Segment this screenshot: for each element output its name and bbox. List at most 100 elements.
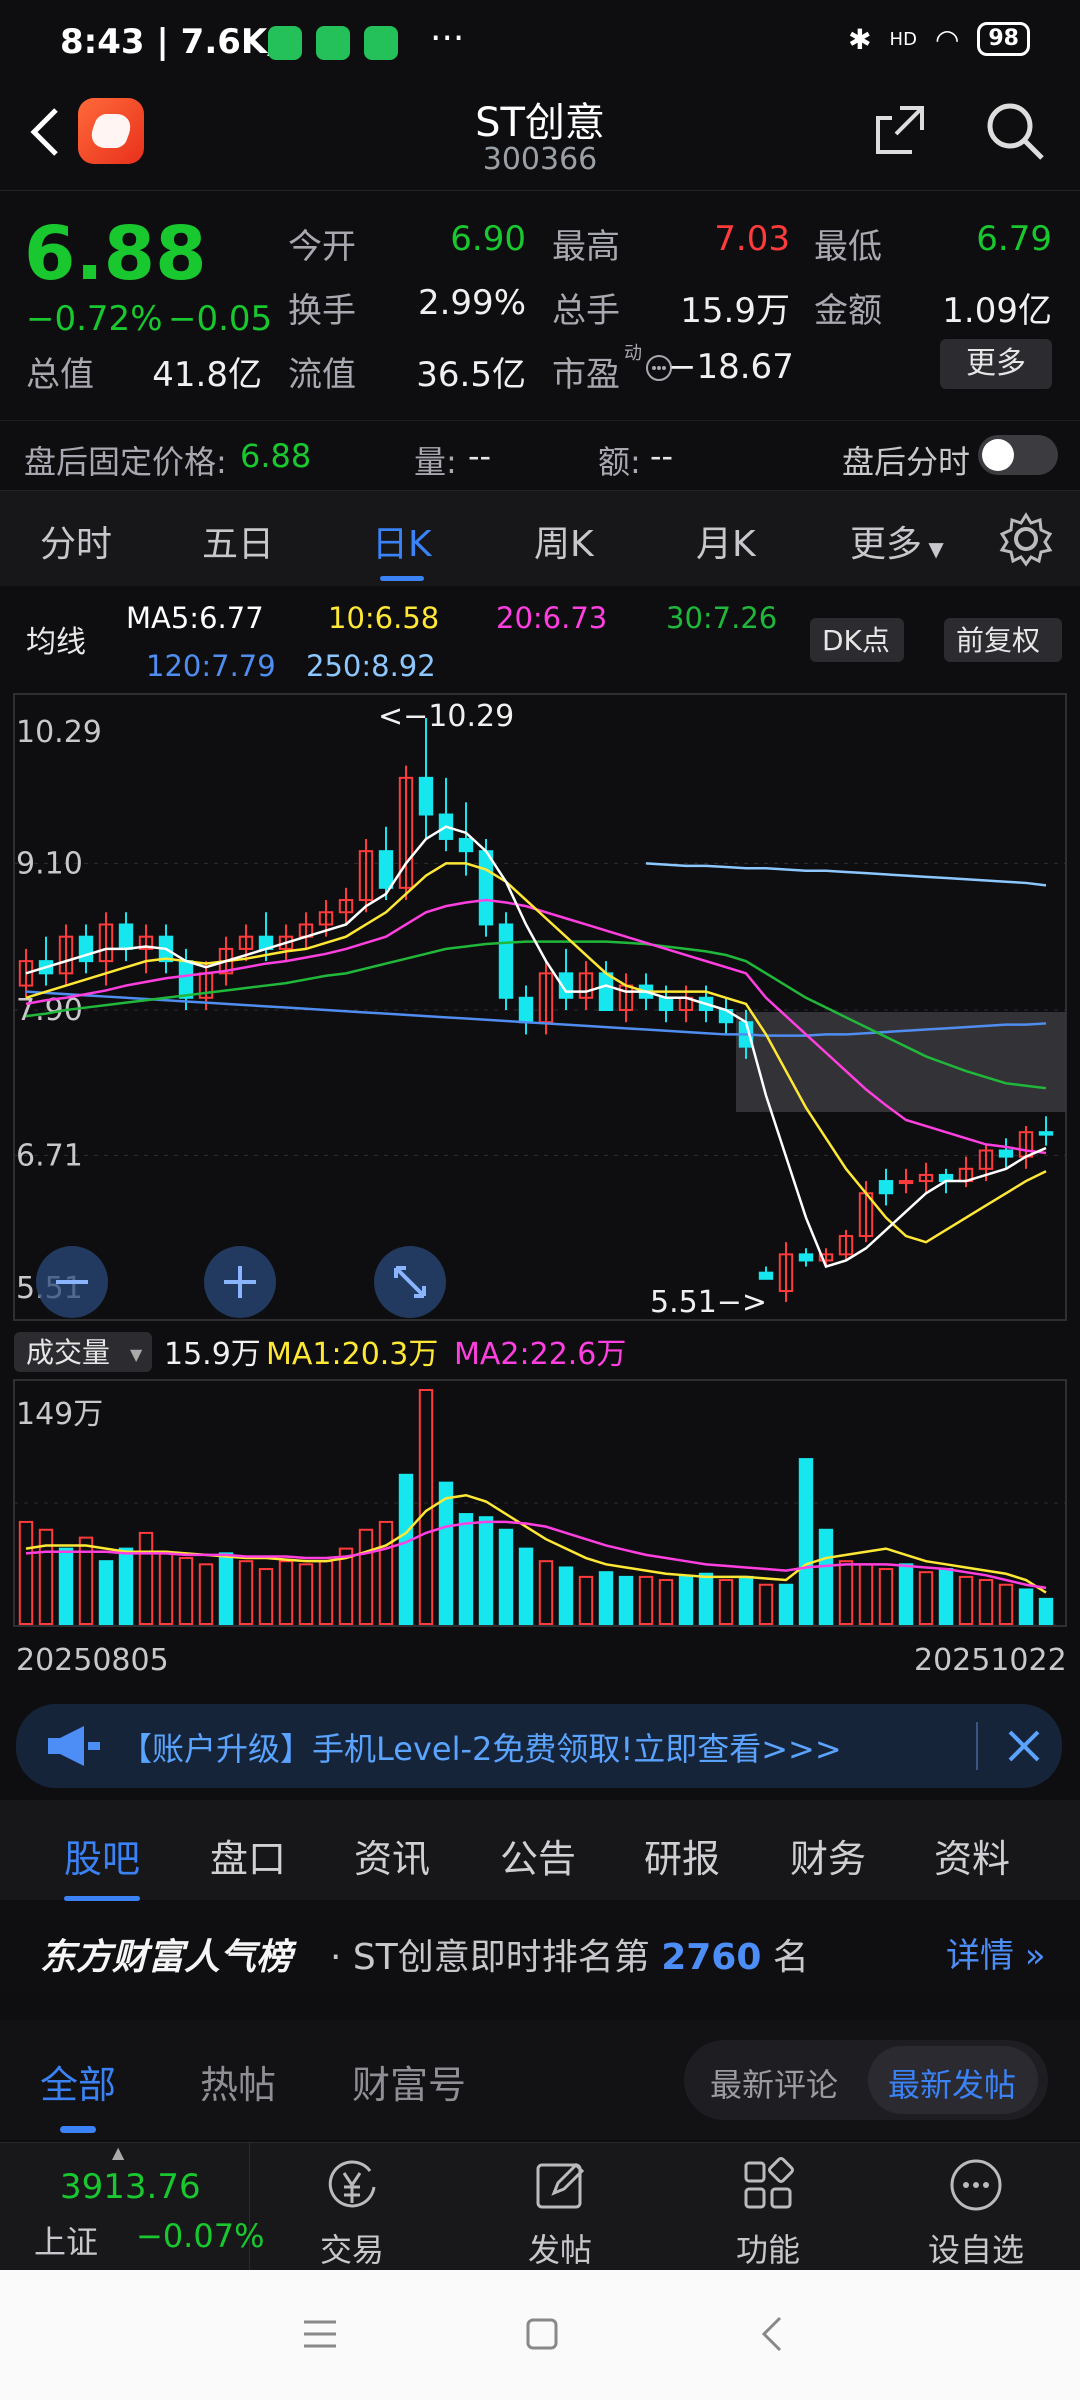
fullscreen-button[interactable] [374,1246,446,1318]
sort-latest-comment[interactable]: 最新评论 [710,2060,838,2106]
shield-app-icon [268,26,302,60]
filter-all[interactable]: 全部 [40,2054,116,2133]
nav-post[interactable]: 发帖 [480,2143,640,2271]
volume-bar [478,1516,494,1625]
tab-research[interactable]: 研报 [644,1828,720,1883]
volume-bar [898,1563,914,1625]
after-hours-price: 6.88 [240,437,312,475]
sort-latest-post[interactable]: 最新发帖 [888,2060,1016,2106]
menu-icon[interactable] [300,2314,340,2354]
grid-apps-icon [744,2157,794,2209]
tab-monthly-k[interactable]: 月K [696,515,756,567]
kline-chart[interactable]: 均线 MA5:6.77 10:6.58 20:6.73 30:7.26 120:… [0,586,1080,1686]
home-icon[interactable] [522,2314,562,2354]
promo-banner-text: 【账户升级】手机Level-2免费领取!立即查看>>> [120,1730,842,1768]
tab-order-book[interactable]: 盘口 [210,1828,286,1883]
tab-intraday[interactable]: 分时 [40,515,112,567]
high-marker: <−10.29 [378,699,514,734]
nav-watchlist[interactable]: 设自选 [896,2143,1056,2271]
tab-financials[interactable]: 财务 [790,1828,866,1883]
volume-bar [698,1572,714,1626]
volume-bar [38,1528,54,1626]
volume-bar [1038,1597,1054,1625]
volume-bar [278,1560,294,1625]
volume-value: 15.9万 [680,291,790,331]
more-notifications-icon: ··· [430,18,465,59]
float-cap-value: 36.5亿 [416,355,526,395]
y-tick-label: 7.90 [16,993,83,1028]
volume-selector[interactable]: 成交量 ▼ [14,1332,152,1372]
gap-zone [736,1012,1066,1112]
popularity-rank-bar[interactable]: 东方财富人气榜 · ST创意即时排名第 2760 名 详情 » [0,1902,1080,1994]
volume-bar [178,1557,194,1626]
chevron-right-double-icon: » [1014,1936,1046,1976]
tab-more[interactable]: 更多 ▼ [850,515,944,567]
tab-profile[interactable]: 资料 [934,1828,1010,1883]
zoom-in-button[interactable] [204,1246,276,1318]
amount-label: 金额 [814,291,882,331]
high-value: 7.03 [714,219,790,259]
post-filter-bar: 全部 热帖 财富号 最新评论 最新发帖 [0,2020,1080,2140]
x-start-date: 20250805 [16,1643,169,1678]
filter-fortune[interactable]: 财富号 [352,2054,466,2109]
battery-icon: 98 [977,22,1030,56]
after-hours-toggle[interactable] [978,435,1058,475]
x-end-date: 20251022 [914,1643,1067,1678]
change-value: −0.05 [168,299,273,339]
index-name: 上证 [34,2223,99,2261]
volume-bar [218,1552,234,1625]
adjust-button[interactable]: 前复权 [944,618,1062,662]
after-hours-amount-label: 额: [598,443,641,481]
index-ticker[interactable]: ▲ 3913.76 上证 −0.07% [0,2143,264,2271]
tab-five-day[interactable]: 五日 [202,515,274,567]
zoom-out-button[interactable] [36,1246,108,1318]
volume-bar [378,1520,394,1625]
chevron-down-icon: ▼ [130,1345,143,1364]
volume-bar [318,1560,334,1625]
nav-functions[interactable]: 功能 [688,2143,848,2271]
header: ST创意 300366 [0,90,1080,190]
filter-hot[interactable]: 热帖 [200,2054,276,2109]
status-time: 8:43 | 7.6K/s [60,22,300,62]
tab-daily-k[interactable]: 日K [372,515,432,581]
wechat-icon-2 [364,26,398,60]
volume-bar [18,1520,34,1625]
candle-body [898,1180,914,1185]
more-button[interactable]: 更多 [940,339,1052,389]
back-nav-icon[interactable] [752,2314,792,2354]
low-value: 6.79 [976,219,1052,259]
rank-suffix: 名 [772,1937,809,1978]
system-nav-bar [0,2270,1080,2400]
nav-trade[interactable]: 交易 [272,2143,432,2271]
ma250-line [645,862,1047,887]
close-icon[interactable] [1006,1728,1042,1764]
candle-body [1038,1131,1054,1136]
volume-bar [858,1563,874,1625]
ma-legend-ma120: 120:7.79 [146,649,276,683]
y-tick-label: 9.10 [16,846,83,881]
tab-forum[interactable]: 股吧 [64,1828,141,1901]
rank-detail-link[interactable]: 详情 » [946,1928,1046,1977]
candle-body [758,1271,774,1280]
caret-up-icon: ▲ [112,2143,125,2162]
promo-banner[interactable]: 【账户升级】手机Level-2免费领取!立即查看>>> [16,1704,1062,1788]
volume-bar [798,1458,814,1626]
tab-more-label: 更多 [850,524,923,565]
candle-body [478,850,494,926]
adjust-button-label: 前复权 [956,624,1040,657]
volume-bar [198,1563,214,1625]
search-icon[interactable] [982,98,1048,164]
tab-weekly-k[interactable]: 周K [534,515,594,567]
volume-bar [558,1566,574,1626]
signal-icon: HD [889,28,917,50]
share-icon[interactable] [870,100,930,160]
chevron-down-icon: ▼ [922,537,944,561]
candle-body [518,996,534,1024]
tab-announcements[interactable]: 公告 [500,1828,576,1883]
tab-news[interactable]: 资讯 [354,1828,430,1883]
rank-prefix: · ST创意即时排名第 [330,1937,650,1978]
dk-button[interactable]: DK点 [810,618,904,662]
volume-bar [678,1575,694,1625]
settings-gear-icon[interactable] [998,511,1054,567]
volume-bar [958,1575,974,1625]
